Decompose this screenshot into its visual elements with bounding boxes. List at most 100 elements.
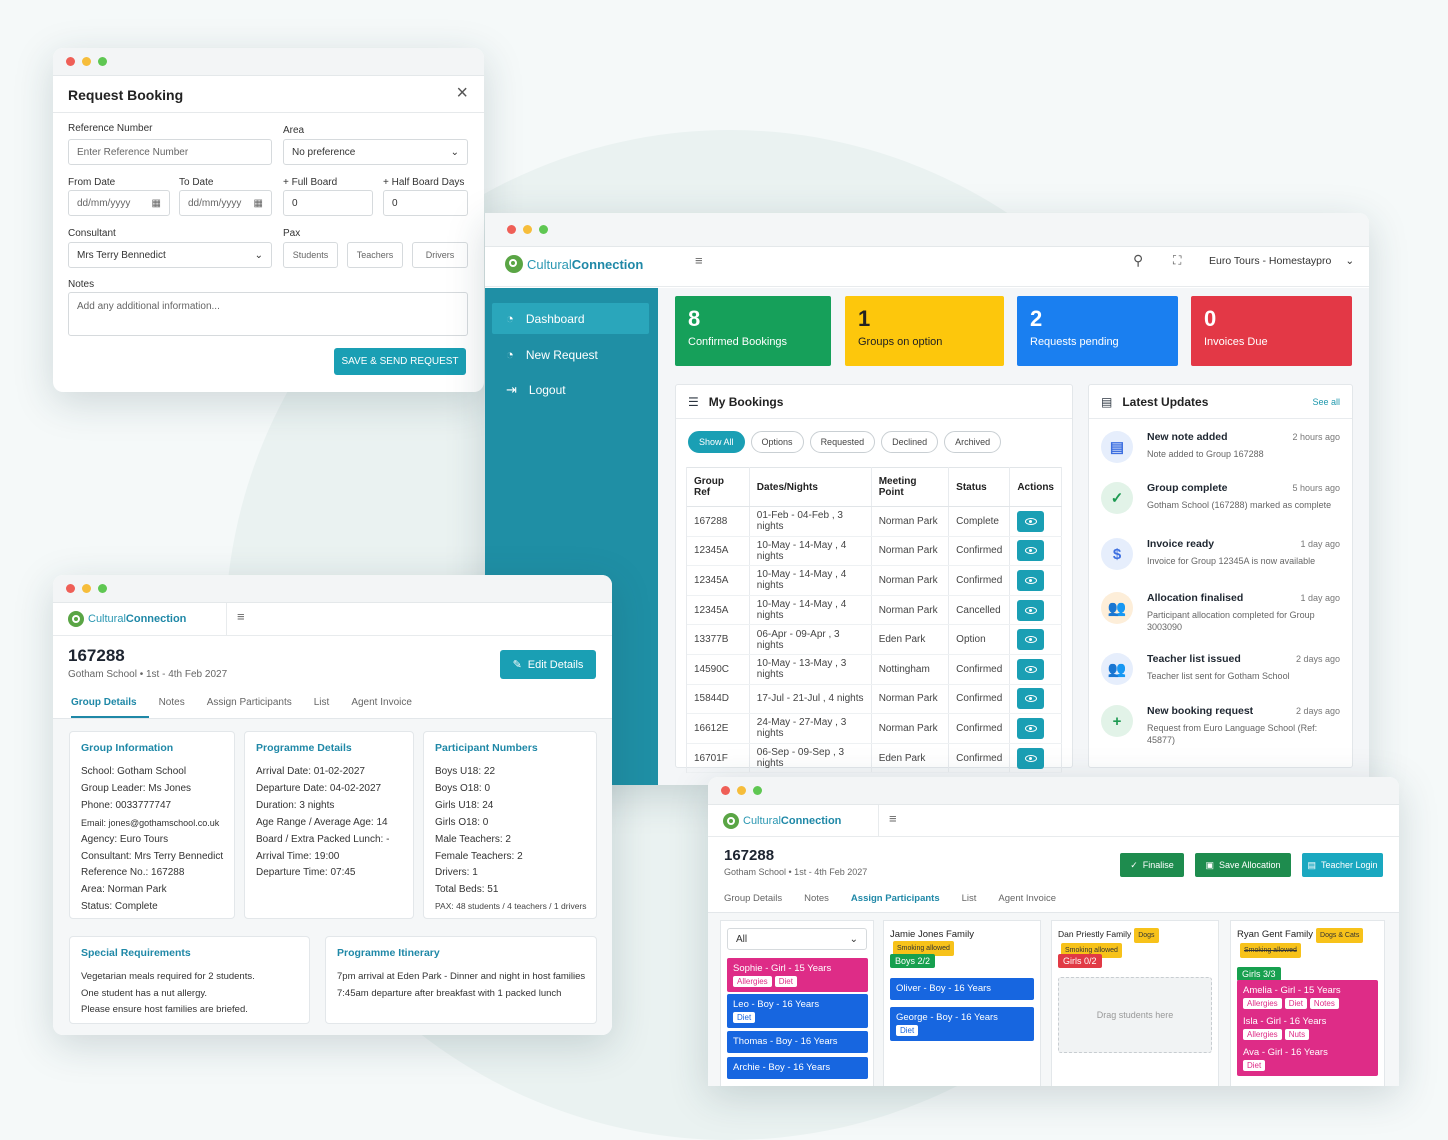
view-eye-icon[interactable] (1017, 688, 1045, 710)
menu-toggle-icon[interactable]: ≡ (237, 609, 245, 624)
update-item[interactable]: $ Invoice ready 1 day ago Invoice for Group… (1101, 538, 1340, 570)
tab-notes[interactable]: Notes (804, 893, 841, 914)
filter-show-all[interactable]: Show All (688, 431, 745, 453)
student-card[interactable]: Sophie - Girl - 15 Years Allergies Diet (727, 958, 868, 992)
view-eye-icon[interactable] (1017, 629, 1045, 651)
filter-options[interactable]: Options (750, 431, 804, 453)
finalise-button[interactable]: ✓ Finalise (1120, 853, 1184, 877)
account-selector[interactable]: Euro Tours - Homestaypro ⌄ (1209, 255, 1354, 267)
sidebar-item-dashboard[interactable]: ◔ Dashboard (492, 303, 649, 334)
full-board-input[interactable]: 0 (283, 190, 373, 216)
table-row[interactable]: 167288 01-Feb - 04-Feb , 3 nights Norman P… (687, 506, 1062, 537)
sidebar-item-logout[interactable]: ⇥ Logout (492, 374, 649, 405)
close-dot[interactable] (66, 584, 75, 593)
student-card[interactable]: Thomas - Boy - 16 Years (727, 1031, 868, 1053)
close-dot[interactable] (721, 786, 730, 795)
maximize-dot[interactable] (753, 786, 762, 795)
tab-list[interactable]: List (314, 697, 342, 718)
minimize-dot[interactable] (737, 786, 746, 795)
tab-agent-invoice[interactable]: Agent Invoice (351, 697, 424, 718)
view-eye-icon[interactable] (1017, 599, 1045, 621)
teacher-login-button[interactable]: ▤ Teacher Login (1302, 853, 1383, 877)
pax-drivers-input[interactable]: Drivers (412, 242, 468, 268)
search-icon[interactable]: ⚲ (1133, 252, 1143, 269)
maximize-dot[interactable] (98, 584, 107, 593)
detail-line: Vegetarian meals required for 2 students… (81, 971, 255, 982)
edit-details-button[interactable]: ✎ Edit Details (500, 650, 596, 679)
tab-assign-participants[interactable]: Assign Participants (207, 697, 304, 718)
update-item[interactable]: 👥 Allocation finalised 1 day ago Participan… (1101, 592, 1340, 633)
stat-pending[interactable]: 2 Requests pending (1017, 296, 1178, 366)
tab-list[interactable]: List (962, 893, 989, 914)
table-row[interactable]: 15844D 17-Jul - 21-Jul , 4 nights Norman P… (687, 684, 1062, 715)
drop-zone[interactable]: Drag students here (1058, 977, 1212, 1053)
close-dot[interactable] (66, 57, 75, 66)
table-row[interactable]: 12345A 10-May - 14-May , 4 nights Norman P… (687, 536, 1062, 567)
brand-logo[interactable]: Cultural Connection (68, 611, 186, 627)
see-all-link[interactable]: See all (1312, 397, 1340, 407)
fullscreen-icon[interactable]: ⛶ (1173, 253, 1181, 268)
table-row[interactable]: 16701F 06-Sep - 09-Sep , 3 nights Eden Par… (687, 743, 1062, 774)
student-card[interactable]: Archie - Boy - 16 Years (727, 1057, 868, 1079)
maximize-dot[interactable] (539, 225, 548, 234)
student-card[interactable]: Leo - Boy - 16 Years Diet (727, 994, 868, 1028)
student-card[interactable]: Oliver - Boy - 16 Years (890, 978, 1034, 1000)
view-eye-icon[interactable] (1017, 540, 1045, 562)
close-dot[interactable] (507, 225, 516, 234)
family-count-badge: Girls 3/3 (1237, 967, 1281, 981)
view-eye-icon[interactable] (1017, 569, 1045, 591)
view-eye-icon[interactable] (1017, 510, 1045, 532)
table-row[interactable]: 14590C 10-May - 13-May , 3 nights Nottingh… (687, 654, 1062, 685)
minimize-dot[interactable] (523, 225, 532, 234)
close-icon[interactable]: × (456, 82, 468, 105)
tab-assign-participants[interactable]: Assign Participants (850, 893, 952, 914)
filter-declined[interactable]: Declined (881, 431, 939, 453)
minimize-dot[interactable] (82, 57, 91, 66)
save-send-request-button[interactable]: SAVE & SEND REQUEST (334, 348, 466, 375)
table-row[interactable]: 12345A 10-May - 14-May , 4 nights Norman P… (687, 595, 1062, 626)
update-item[interactable]: + New booking request 2 days ago Request fr… (1101, 705, 1340, 746)
stat-option[interactable]: 1 Groups on option (845, 296, 1004, 366)
tab-notes[interactable]: Notes (159, 697, 197, 718)
menu-toggle-icon[interactable]: ≡ (889, 811, 897, 826)
pax-students-input[interactable]: Students (283, 242, 338, 268)
student-card[interactable]: Amelia - Girl - 15 Years Allergies Diet Not… (1237, 980, 1378, 1014)
brand-logo[interactable]: Cultural Connection (505, 255, 643, 273)
consultant-select[interactable]: Mrs Terry Bennedict ⌄ (68, 242, 272, 268)
detail-line: Please ensure host families are briefed. (81, 1004, 248, 1015)
tab-agent-invoice[interactable]: Agent Invoice (998, 893, 1068, 914)
sidebar-item-new-request[interactable]: ◔ New Request (492, 339, 649, 370)
filter-archived[interactable]: Archived (944, 431, 1002, 453)
reference-input[interactable]: Enter Reference Number (68, 139, 272, 165)
brand-logo[interactable]: Cultural Connection (723, 813, 841, 829)
table-cell: 14590C (687, 654, 750, 685)
stat-confirmed[interactable]: 8 Confirmed Bookings (675, 296, 831, 366)
student-card[interactable]: George - Boy - 16 Years Diet (890, 1007, 1034, 1041)
save-allocation-button[interactable]: ▣ Save Allocation (1195, 853, 1291, 877)
view-eye-icon[interactable] (1017, 747, 1045, 769)
update-item[interactable]: 👥 Teacher list issued 2 days ago Teacher li… (1101, 653, 1340, 685)
update-item[interactable]: ▤ New note added 2 hours ago Note added to … (1101, 431, 1340, 463)
from-date-input[interactable]: dd/mm/yyyy ▦ (68, 190, 170, 216)
student-card[interactable]: Ava - Girl - 16 Years Diet (1237, 1042, 1378, 1076)
minimize-dot[interactable] (82, 584, 91, 593)
filter-requested[interactable]: Requested (809, 431, 876, 453)
view-eye-icon[interactable] (1017, 717, 1045, 739)
view-eye-icon[interactable] (1017, 658, 1045, 680)
menu-toggle-icon[interactable]: ≡ (695, 253, 703, 268)
student-card[interactable]: Isla - Girl - 16 Years Allergies Nuts (1237, 1011, 1378, 1045)
to-date-input[interactable]: dd/mm/yyyy ▦ (179, 190, 272, 216)
table-row[interactable]: 16612E 24-May - 27-May , 3 nights Norman P… (687, 713, 1062, 744)
notes-textarea[interactable]: Add any additional information... (68, 292, 468, 336)
participant-filter-select[interactable]: All ⌄ (727, 928, 867, 950)
update-item[interactable]: ✓ Group complete 5 hours ago Gotham School … (1101, 482, 1340, 514)
tab-group-details[interactable]: Group Details (724, 893, 794, 914)
maximize-dot[interactable] (98, 57, 107, 66)
table-row[interactable]: 12345A 10-May - 14-May , 4 nights Norman P… (687, 565, 1062, 596)
stat-invoices[interactable]: 0 Invoices Due (1191, 296, 1352, 366)
pax-teachers-input[interactable]: Teachers (347, 242, 403, 268)
half-board-input[interactable]: 0 (383, 190, 468, 216)
area-select[interactable]: No preference ⌄ (283, 139, 468, 165)
tab-group-details[interactable]: Group Details (71, 697, 149, 718)
table-row[interactable]: 13377B 06-Apr - 09-Apr , 3 nights Eden Par… (687, 624, 1062, 655)
